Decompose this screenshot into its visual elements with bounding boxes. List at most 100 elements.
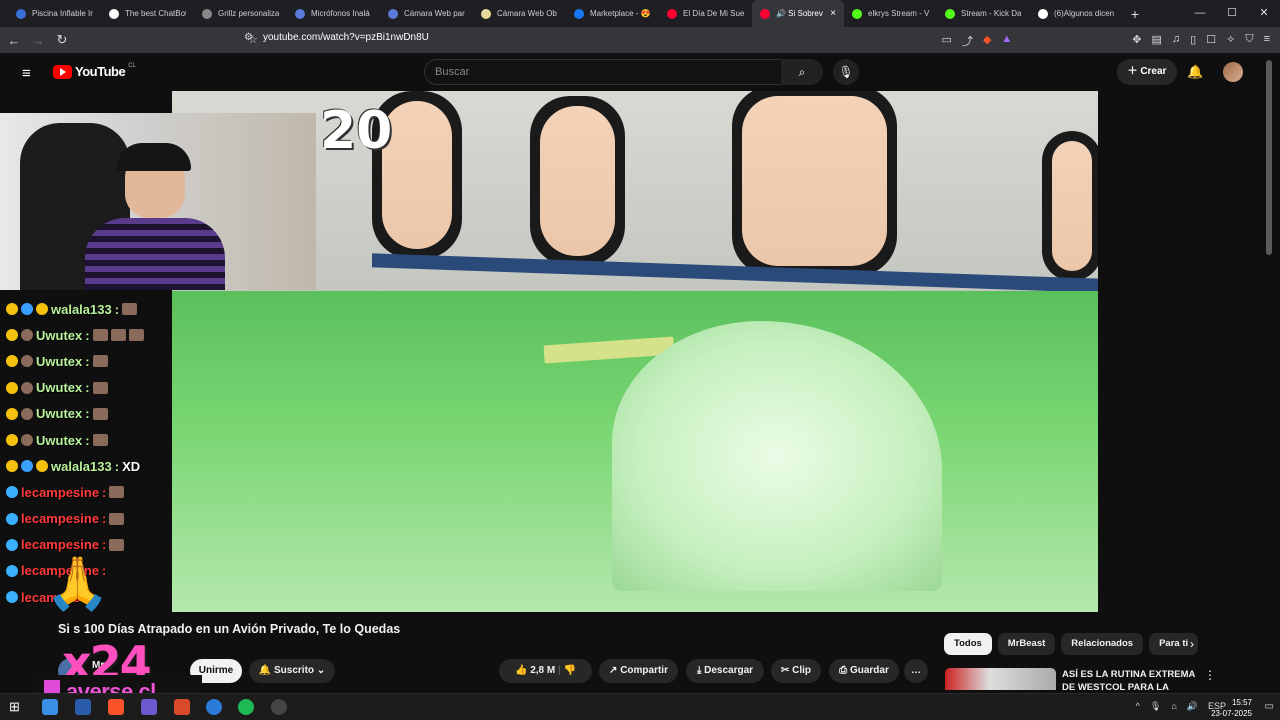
recommended-menu-icon[interactable]: ⋮ [1204,668,1216,682]
filter-chip[interactable]: Todos [944,633,992,655]
close-tab-icon[interactable]: × [830,8,836,19]
chat-emote-icon [109,538,125,551]
browser-tab[interactable]: The best ChatBot [101,0,194,27]
taskbar-app-icon[interactable] [174,699,190,715]
network-icon[interactable]: ⌂ [1171,701,1176,712]
browser-tab[interactable]: (6)Algunos dicen [1030,0,1123,27]
chat-username: Uwutex [36,353,83,369]
tab-title: Stream - Kick Da [961,9,1022,18]
bookmarks-icon[interactable]: ☐ [1206,33,1216,49]
subscribed-button[interactable]: 🔔 Suscrito ⌄ [249,659,335,683]
reload-icon[interactable]: ↻ [52,32,72,48]
save-button[interactable]: ⎙ Guardar [829,659,899,683]
hamburger-menu-icon[interactable]: ≡ [22,65,31,82]
sidebar-icon[interactable]: ▯ [1190,33,1196,49]
taskbar-app-icon[interactable] [42,699,58,715]
taskbar-app-icon[interactable] [75,699,91,715]
browser-tab-bar: Piscina Inflable In The best ChatBot Grill… [0,0,1280,27]
browser-tab[interactable]: Marketplace - 😍 [566,0,659,27]
tab-favicon-icon [295,8,305,19]
taskbar-app-icon[interactable] [206,699,222,715]
like-dislike-group: 👍 2,8 M | 👎 [499,659,592,683]
tab-favicon-icon [667,8,677,19]
tab-title: The best ChatBot [125,9,186,18]
chat-badge-icon [6,381,18,394]
menu-icon[interactable]: ≡ [1264,33,1270,49]
chat-badge-icon [6,329,18,342]
notifications-bell-icon[interactable]: 🔔 [1187,64,1203,80]
tab-title: El Día De Mi Sue [683,9,744,18]
cast-icon[interactable]: ▭ [942,33,952,49]
windows-start-icon[interactable]: ⊞ [9,699,25,715]
browser-tab[interactable]: 🔊 Si Sobrev × [752,0,844,27]
chat-separator: : [85,327,90,343]
scissors-icon: ✂ [780,665,790,676]
chat-separator: : [85,353,90,369]
search-input[interactable]: Buscar [424,59,782,85]
browser-tab[interactable]: Cámara Web par [380,0,473,27]
youtube-logo[interactable]: YouTube CL [53,63,136,79]
spotify-icon[interactable] [238,699,254,715]
browser-tab[interactable]: Stream - Kick Da [937,0,1030,27]
chevron-up-icon[interactable]: ^ [1136,701,1140,712]
filter-chip[interactable]: MrBeast [997,633,1056,655]
rewards-icon[interactable]: ▲ [1001,33,1012,49]
extension-toolbar: ▭ ⤴ ◆ ▲ ✥ ▤ ♫ ▯ ☐ ✧ ⛉ ≡ [942,33,1270,49]
tab-favicon-icon [16,8,26,19]
chat-separator: : [102,537,107,553]
search-icon: ⌕ [798,65,806,79]
shield-icon[interactable]: ◆ [983,33,991,49]
leo-icon[interactable]: ✧ [1226,33,1235,49]
brave-browser-icon[interactable] [108,699,124,715]
create-button[interactable]: ＋ Crear [1117,59,1177,85]
bookmark-icon[interactable]: ☆ [248,33,258,46]
back-icon[interactable]: ← [4,33,24,48]
download-button[interactable]: ⤓ Descargar [686,659,764,683]
chip-next-icon[interactable]: › [1190,637,1194,651]
share-button[interactable]: ↗ Compartir [599,659,678,683]
tab-favicon-icon [202,8,212,19]
clip-button[interactable]: ✂ Clip [771,659,821,683]
browser-tab[interactable]: Grillz personaliza [194,0,287,27]
youtube-play-icon [53,64,72,79]
chat-emote-icon [109,512,125,525]
new-tab-button[interactable]: + [1123,6,1147,22]
volume-icon[interactable]: 🔊 [1187,701,1198,712]
reader-icon[interactable]: ▤ [1152,33,1162,49]
like-button[interactable]: 👍 2,8 M [515,665,555,676]
chat-separator: : [85,406,90,422]
bell-icon: 🔔 [258,665,272,676]
forward-icon[interactable]: → [28,33,48,48]
page-scrollbar[interactable] [1266,60,1272,255]
browser-tab[interactable]: Micrófonos Inalá [287,0,380,27]
voice-search-button[interactable]: 🎙 [833,59,859,85]
tab-title: Micrófonos Inalá [311,9,370,18]
browser-tab[interactable]: El Día De Mi Sue [659,0,752,27]
search-button[interactable]: ⌕ [781,59,823,85]
notifications-icon[interactable]: ▭ [1265,701,1274,712]
account-avatar[interactable] [1223,62,1243,82]
browser-tab[interactable]: Piscina Inflable In [8,0,101,27]
related-filter-chips: Todos MrBeast Relacionados Para ti [944,633,1199,655]
music-icon[interactable]: ♫ [1172,33,1180,49]
vpn-icon[interactable]: ⛉ [1245,33,1253,49]
tab-title: Piscina Inflable In [32,9,93,18]
close-window-button[interactable]: ✕ [1248,0,1280,27]
url-field[interactable]: ⚙ youtube.com/watch?v=pzBi1nwDn8U [244,32,429,43]
tab-favicon-icon [1038,8,1048,19]
dislike-button[interactable]: 👎 [564,665,576,676]
browser-tab[interactable]: elkrys Stream - V [844,0,937,27]
taskbar-clock[interactable]: 15:57 23-07-2025 [1211,697,1252,719]
chat-message: lecampesine: [0,506,172,532]
recommended-thumbnail[interactable] [945,668,1056,690]
browser-tab[interactable]: Cámara Web Ob [473,0,566,27]
maximize-button[interactable]: ☐ [1216,0,1248,27]
microphone-icon[interactable]: 🎙 [1150,701,1161,712]
minimize-button[interactable]: — [1184,0,1216,27]
more-actions-button[interactable]: … [904,659,928,683]
obs-icon[interactable] [271,699,287,715]
taskbar-app-icon[interactable] [141,699,157,715]
extensions-icon[interactable]: ✥ [1132,33,1141,49]
share-icon[interactable]: ⤴ [962,33,973,49]
filter-chip[interactable]: Relacionados [1061,633,1144,655]
